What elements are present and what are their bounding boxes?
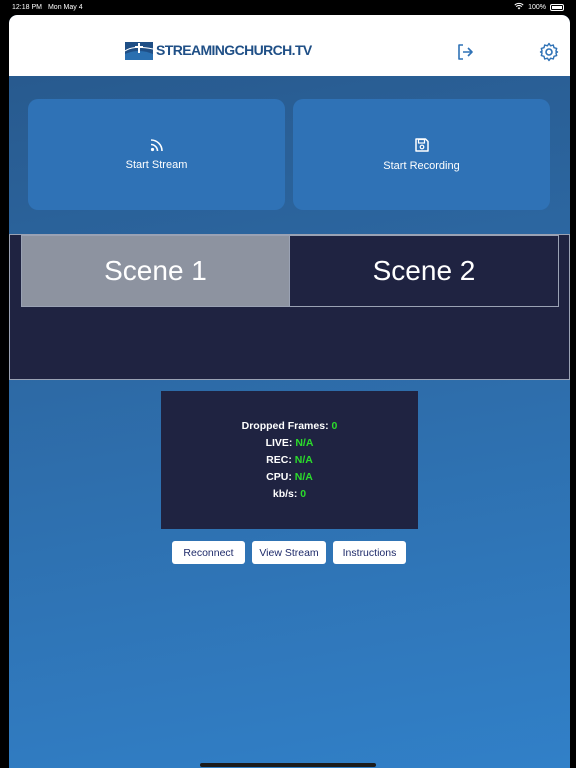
stat-value: N/A	[294, 454, 313, 466]
status-time: 12:18 PM	[12, 3, 42, 11]
scene-1-button[interactable]: Scene 1	[21, 235, 290, 307]
stat-value: N/A	[294, 471, 313, 483]
battery-icon	[550, 3, 564, 11]
logo-icon	[124, 40, 154, 60]
settings-button[interactable]	[539, 42, 559, 62]
stat-value: 0	[331, 420, 338, 432]
stat-value: 0	[300, 488, 307, 500]
stat-label: kb/s:	[272, 488, 298, 500]
wifi-icon	[514, 2, 524, 12]
stat-label: REC:	[266, 454, 292, 466]
scene-2-label: Scene 2	[372, 255, 476, 286]
logo-text: STREAMINGCHURCH.TV	[156, 42, 312, 58]
stats-panel: Dropped Frames: 0 LIVE: N/A REC: N/A CPU…	[161, 391, 418, 529]
sign-out-icon	[455, 44, 475, 66]
status-date: Mon May 4	[47, 3, 83, 11]
stat-live: LIVE: N/A	[266, 437, 314, 449]
save-icon	[414, 137, 430, 156]
start-recording-button[interactable]: Start Recording	[293, 99, 550, 210]
scene-panel: Scene 1 Scene 2	[9, 234, 570, 380]
reconnect-button[interactable]: Reconnect	[172, 541, 245, 564]
gear-icon	[539, 42, 559, 66]
stat-value: N/A	[295, 437, 314, 449]
battery-percentage: 100%	[528, 3, 546, 11]
view-stream-button[interactable]: View Stream	[252, 541, 326, 564]
scene-1-label: Scene 1	[104, 255, 207, 286]
header: STREAMINGCHURCH.TV	[9, 15, 570, 76]
status-bar: 12:18 PM Mon May 4 100%	[0, 0, 576, 14]
broadcast-icon	[150, 138, 164, 155]
stat-kbs: kb/s: 0	[273, 488, 306, 500]
app-window: STREAMINGCHURCH.TV Start Stream Start Re…	[9, 15, 570, 768]
scene-2-button[interactable]: Scene 2	[289, 235, 559, 307]
stat-dropped-frames: Dropped Frames: 0	[242, 420, 338, 432]
logout-button[interactable]	[455, 42, 475, 62]
start-stream-button[interactable]: Start Stream	[28, 99, 285, 210]
stat-label: LIVE:	[265, 437, 293, 449]
stat-rec: REC: N/A	[266, 454, 313, 466]
stat-cpu: CPU: N/A	[266, 471, 313, 483]
start-recording-label: Start Recording	[383, 160, 460, 172]
instructions-button[interactable]: Instructions	[333, 541, 406, 564]
stat-label: Dropped Frames:	[241, 420, 329, 432]
stat-label: CPU:	[266, 471, 292, 483]
start-stream-label: Start Stream	[125, 159, 188, 171]
home-indicator	[200, 763, 376, 767]
logo: STREAMINGCHURCH.TV	[124, 40, 312, 60]
